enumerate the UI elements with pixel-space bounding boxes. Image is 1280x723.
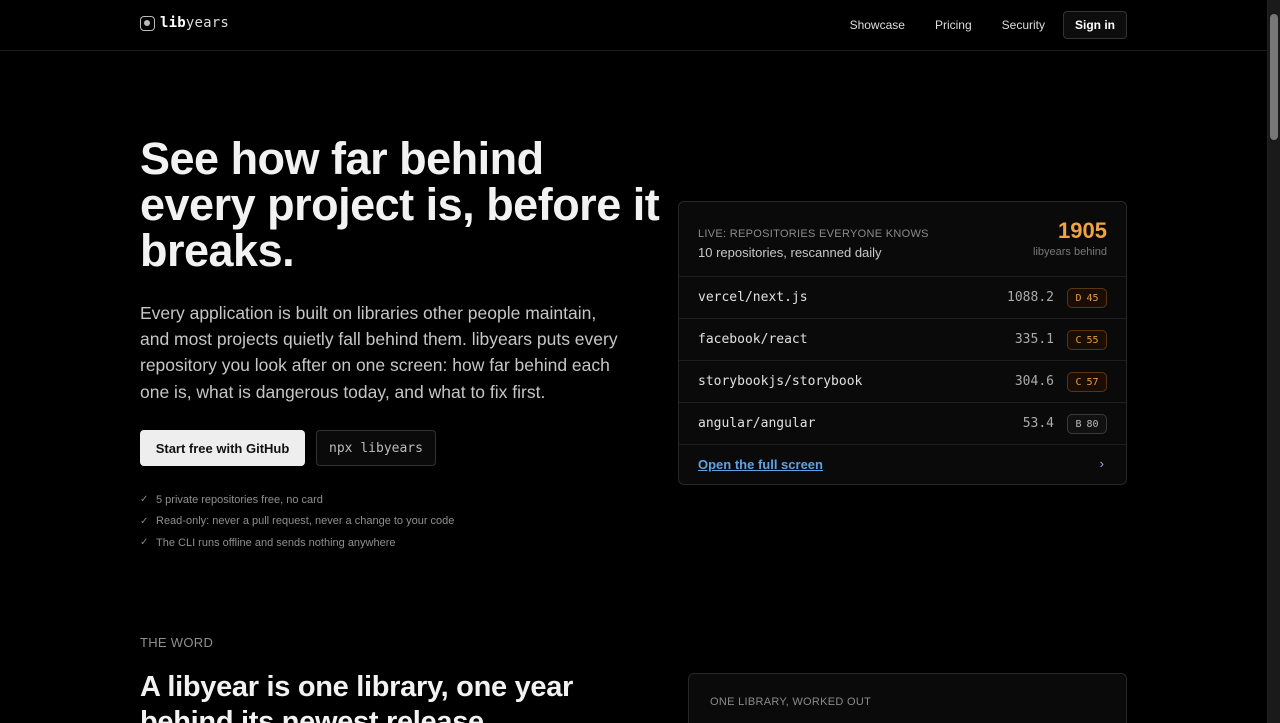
hero-description: Every application is built on libraries … bbox=[140, 303, 618, 402]
worked-example-card: ONE LIBRARY, WORKED OUT bbox=[688, 673, 1127, 723]
checklist-item: ✓ 5 private repositories free, no card bbox=[140, 493, 323, 506]
section-title: A libyear is one library, one year behin… bbox=[140, 671, 574, 723]
scrollbar-thumb[interactable] bbox=[1270, 14, 1278, 140]
card-header: LIVE: REPOSITORIES EVERYONE KNOWS 10 rep… bbox=[679, 202, 1126, 277]
section-eyebrow: THE WORD bbox=[140, 635, 214, 650]
grade-badge: C 55 bbox=[1067, 330, 1107, 350]
sign-in-button[interactable]: Sign in bbox=[1063, 11, 1127, 39]
nav-pricing[interactable]: Pricing bbox=[935, 11, 972, 39]
repo-row[interactable]: angular/angular 53.4 B 80 bbox=[679, 403, 1126, 445]
logo-text: libyears bbox=[160, 15, 230, 31]
check-icon: ✓ bbox=[140, 515, 149, 527]
page-scrollbar[interactable] bbox=[1267, 0, 1280, 723]
worked-example-label: ONE LIBRARY, WORKED OUT bbox=[710, 696, 872, 708]
repo-libyears: 53.4 bbox=[1022, 416, 1054, 431]
repo-name: storybookjs/storybook bbox=[698, 374, 863, 389]
start-github-button[interactable]: Start free with GitHub bbox=[140, 430, 305, 466]
open-full-screen-link[interactable]: Open the full screen bbox=[698, 457, 823, 472]
grade-badge: B 80 bbox=[1067, 414, 1107, 434]
logo[interactable]: libyears bbox=[140, 15, 229, 31]
grade-badge: C 57 bbox=[1067, 372, 1107, 392]
repo-name: vercel/next.js bbox=[698, 290, 808, 305]
repo-libyears: 304.6 bbox=[1014, 374, 1054, 389]
site-header: libyears Showcase Pricing Security Sign … bbox=[0, 0, 1267, 51]
hero-title: See how far behind every project is, bef… bbox=[140, 133, 660, 276]
repo-name: facebook/react bbox=[698, 332, 808, 347]
total-libyears-label: libyears behind bbox=[1033, 246, 1107, 258]
card-eyebrow: LIVE: REPOSITORIES EVERYONE KNOWS bbox=[698, 228, 929, 240]
total-libyears: 1905 bbox=[1058, 218, 1107, 243]
card-footer[interactable]: Open the full screen › bbox=[679, 445, 1126, 484]
grade-badge: D 45 bbox=[1067, 288, 1107, 308]
chevron-right-icon: › bbox=[1099, 456, 1104, 471]
repo-row[interactable]: storybookjs/storybook 304.6 C 57 bbox=[679, 361, 1126, 403]
repo-libyears: 335.1 bbox=[1014, 332, 1054, 347]
main-nav: Showcase Pricing Security Sign in bbox=[850, 11, 1127, 39]
repo-name: angular/angular bbox=[698, 416, 816, 431]
repo-row[interactable]: facebook/react 335.1 C 55 bbox=[679, 319, 1126, 361]
checklist-item: ✓ The CLI runs offline and sends nothing… bbox=[140, 536, 396, 549]
repo-row[interactable]: vercel/next.js 1088.2 D 45 bbox=[679, 277, 1126, 319]
nav-showcase[interactable]: Showcase bbox=[850, 11, 905, 39]
check-icon: ✓ bbox=[140, 494, 149, 506]
feature-checklist: ✓ 5 private repositories free, no card ✓… bbox=[140, 489, 454, 554]
check-icon: ✓ bbox=[140, 537, 149, 549]
repo-libyears: 1088.2 bbox=[1007, 290, 1054, 305]
npx-command-button[interactable]: npx libyears bbox=[316, 430, 436, 466]
card-subtitle: 10 repositories, rescanned daily bbox=[698, 245, 882, 260]
logo-icon bbox=[140, 15, 155, 31]
live-repositories-card: LIVE: REPOSITORIES EVERYONE KNOWS 10 rep… bbox=[678, 201, 1127, 485]
checklist-item: ✓ Read-only: never a pull request, never… bbox=[140, 515, 455, 528]
nav-security[interactable]: Security bbox=[1002, 11, 1045, 39]
